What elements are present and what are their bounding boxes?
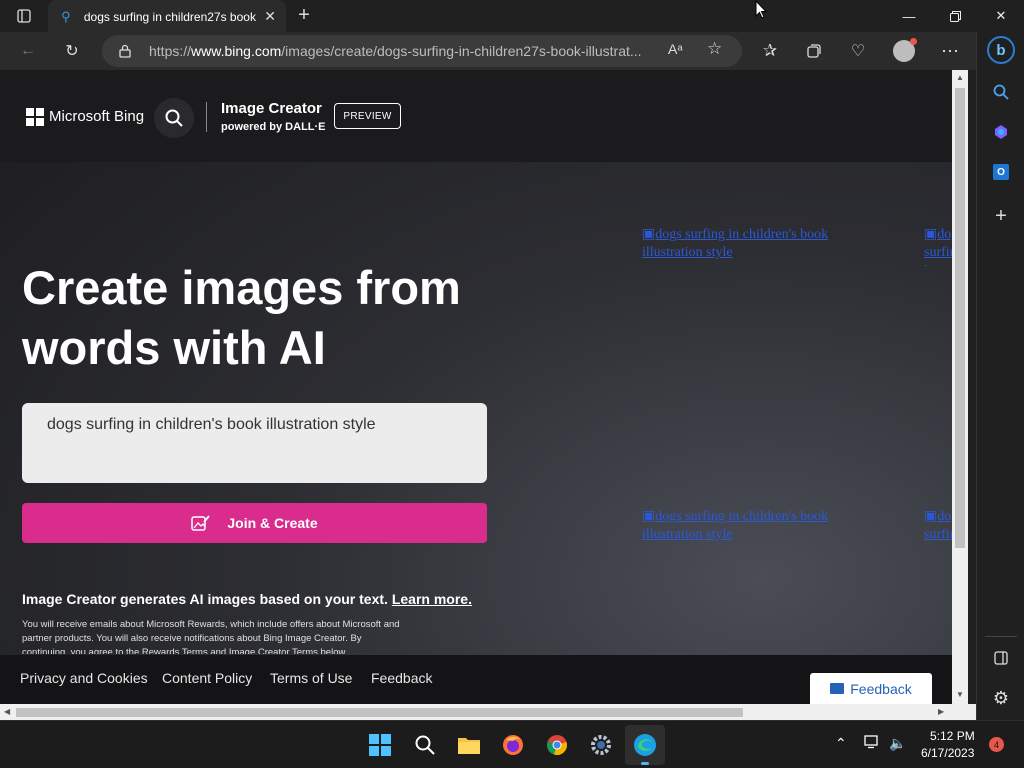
scroll-up-arrow-icon[interactable]: ▲ [956,73,964,82]
outlook-icon[interactable]: O [985,156,1017,188]
header-divider [206,102,207,132]
notification-badge[interactable]: 4 [989,737,1004,752]
broken-image-icon: ▣ [924,509,938,524]
microsoft-logo-icon[interactable] [26,108,44,126]
back-icon[interactable]: ← [13,36,43,66]
collections-icon[interactable] [799,36,829,66]
feedback-icon [830,683,845,694]
prompt-text: dogs surfing in children's book illustra… [47,416,376,433]
search-icon [165,109,183,127]
favorite-star-icon[interactable]: ☆ [707,39,722,59]
favorites-icon[interactable]: ✰ [755,36,785,66]
info-text-body: Image Creator generates AI images based … [22,591,392,607]
browser-toolbar: ← ↻ https://www.bing.com/images/create/d… [0,32,976,70]
feedback-button[interactable]: Feedback [810,673,932,704]
url-path: /images/create/dogs-surfing-in-children2… [281,43,642,59]
show-hidden-icons-chevron-up-icon[interactable]: ⌃ [835,735,847,752]
page-footer: Privacy and Cookies Content Policy Terms… [0,655,952,704]
file-explorer-icon[interactable] [449,725,489,765]
example-image-alt: dogs surfing in children's book illustra… [642,227,829,260]
legal-text: You will receive emails about Microsoft … [22,619,400,654]
scroll-down-arrow-icon[interactable]: ▼ [956,690,964,699]
preview-badge: PREVIEW [334,103,401,129]
address-bar[interactable]: https://www.bing.com/images/create/dogs-… [102,35,742,67]
horizontal-scroll-thumb[interactable] [16,708,743,717]
browser-essentials-icon[interactable]: ♡ [843,36,873,66]
tab-close-icon[interactable]: ✕ [262,8,278,25]
vertical-scroll-thumb[interactable] [955,88,965,548]
broken-image-icon: ▣ [642,509,656,524]
minimize-icon[interactable]: — [886,0,932,32]
settings-gear-icon[interactable] [581,725,621,765]
example-image-alt: dogs surfing in children's book illustra… [642,509,829,542]
close-window-icon[interactable]: ✕ [978,0,1024,32]
lock-icon[interactable] [119,44,131,58]
example-image[interactable]: ▣dogs surfing in children's book illustr… [924,508,952,548]
example-image[interactable]: ▣dogs surfing in children's book illustr… [642,226,872,266]
url-domain: www.bing.com [191,43,282,59]
search-button[interactable] [154,98,194,138]
firefox-icon[interactable] [493,725,533,765]
product-subtitle: powered by DALL·E [221,121,326,133]
tab-active[interactable]: ⚲ dogs surfing in children27s book ✕ [48,0,286,33]
horizontal-scrollbar[interactable]: ◀ ▶ [0,704,952,720]
privacy-link[interactable]: Privacy and Cookies [20,670,148,686]
example-image[interactable]: ▣dogs surfing in children's book illustr… [924,226,952,266]
taskbar-search-icon[interactable] [405,725,445,765]
feedback-link[interactable]: Feedback [371,670,432,686]
example-image[interactable]: ▣dogs surfing in children's book illustr… [642,508,872,548]
content-policy-link[interactable]: Content Policy [162,670,252,686]
bing-search-favicon-icon: ⚲ [61,8,71,24]
clock-date[interactable]: 6/17/2023 [921,746,974,760]
broken-image-icon: ▣ [924,227,938,242]
add-sidebar-app-icon[interactable]: + [985,200,1017,232]
active-indicator [641,762,649,765]
read-aloud-icon[interactable]: Aᵃ [668,41,683,57]
edge-sidebar: b O + ⚙ [976,32,1024,720]
brand-name[interactable]: Microsoft Bing [49,108,144,125]
info-text: Image Creator generates AI images based … [22,591,472,607]
url-text[interactable]: https://www.bing.com/images/create/dogs-… [149,43,642,59]
vertical-scrollbar[interactable]: ▲ ▼ [952,70,968,704]
create-image-icon [191,515,211,531]
tab-actions-icon[interactable] [8,6,40,26]
hero-heading: Create images from words with AI [22,261,461,374]
copilot-icon[interactable] [985,116,1017,148]
hide-sidebar-icon[interactable] [985,642,1017,674]
more-options-icon[interactable]: ⋯ [935,36,965,66]
page-header: Microsoft Bing Image Creator powered by … [0,70,952,162]
profile-avatar[interactable] [889,36,919,66]
bing-chat-icon[interactable]: b [985,34,1017,66]
terms-of-use-link[interactable]: Terms of Use [270,670,352,686]
network-icon[interactable] [864,735,880,752]
page-viewport: Microsoft Bing Image Creator powered by … [0,70,952,704]
product-title[interactable]: Image Creator [221,100,322,117]
restore-icon[interactable] [932,0,978,32]
broken-image-icon: ▣ [642,227,656,242]
mouse-cursor-icon [755,0,767,19]
join-and-create-button[interactable]: Join & Create [22,503,487,543]
sidebar-settings-icon[interactable]: ⚙ [985,682,1017,714]
sidebar-divider [985,636,1017,637]
feedback-button-label: Feedback [850,680,912,697]
new-tab-icon[interactable]: + [292,4,316,28]
edge-taskbar-icon[interactable] [625,725,665,765]
sidebar-search-icon[interactable] [985,76,1017,108]
clock-time[interactable]: 5:12 PM [930,729,975,743]
scroll-right-arrow-icon[interactable]: ▶ [938,707,944,716]
start-button-windows-icon[interactable] [360,725,400,765]
scroll-left-arrow-icon[interactable]: ◀ [4,707,10,716]
title-bar: ⚲ dogs surfing in children27s book ✕ + —… [0,0,1024,33]
volume-icon[interactable]: 🔈 [889,735,906,752]
learn-more-link[interactable]: Learn more. [392,591,472,607]
tab-title: dogs surfing in children27s book [83,9,256,24]
join-and-create-label: Join & Create [227,515,318,531]
scroll-corner [952,704,976,720]
chrome-icon[interactable] [537,725,577,765]
url-scheme: https:// [149,43,192,59]
prompt-input[interactable]: dogs surfing in children's book illustra… [22,403,487,483]
refresh-icon[interactable]: ↻ [57,36,87,66]
windows-taskbar: ⌃ 🔈 5:12 PM 6/17/2023 4 [0,720,1024,768]
